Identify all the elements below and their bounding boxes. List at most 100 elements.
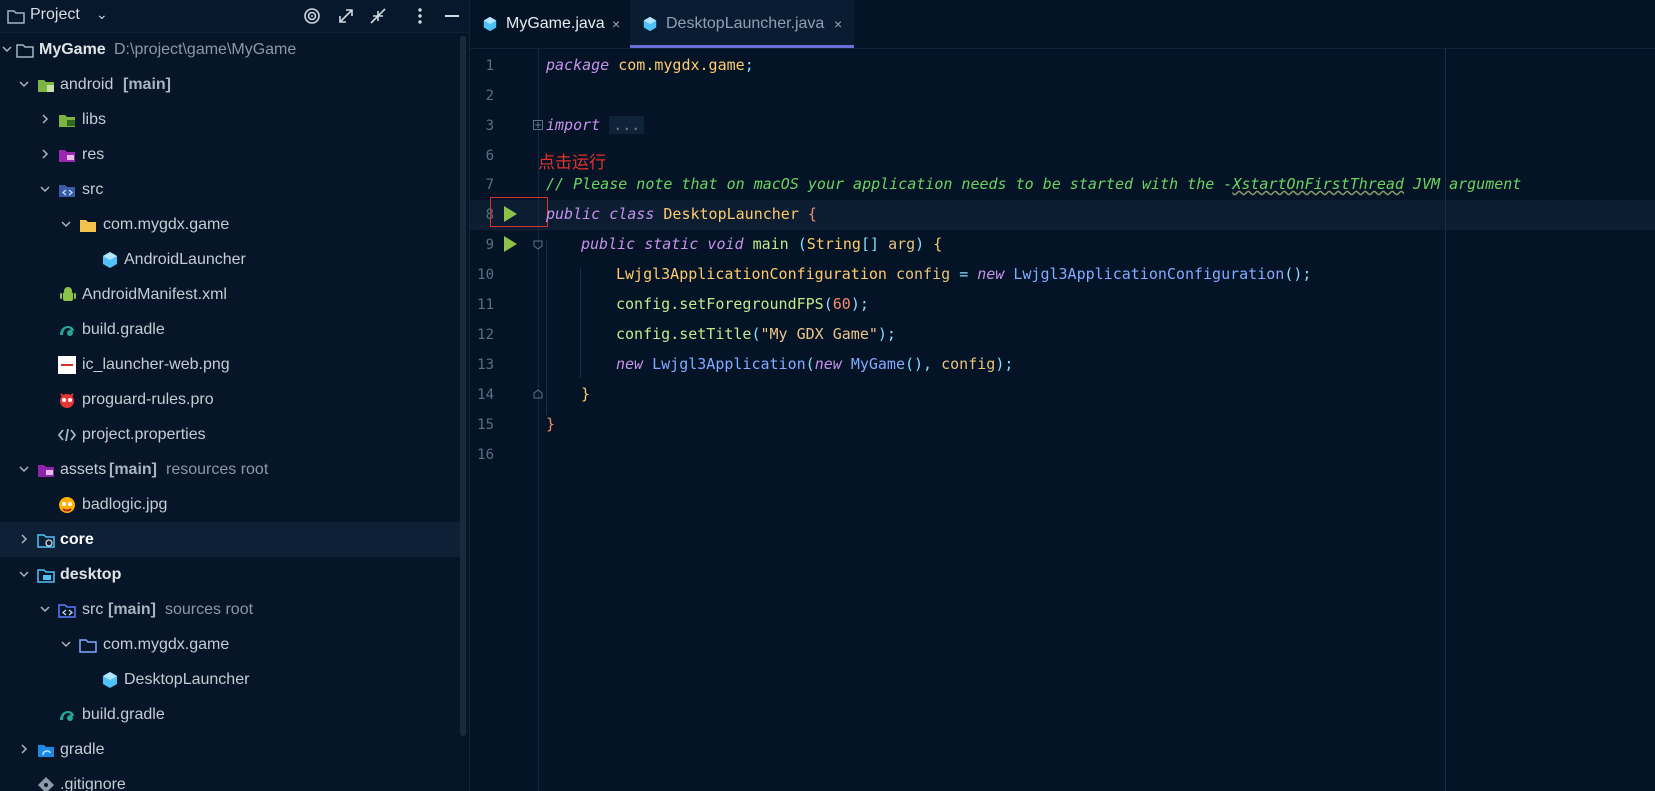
fold-icon[interactable] [533, 120, 543, 130]
tree-node-gradle[interactable]: gradle [0, 732, 460, 767]
tree-label: AndroidManifest.xml [82, 286, 227, 303]
chevron-right-icon[interactable] [40, 149, 50, 159]
tree-label: .gitignore [60, 776, 126, 791]
tree-node-gitignore[interactable]: .gitignore [0, 767, 460, 791]
indent-guide [546, 240, 547, 415]
code-line-7: // Please note that on macOS your applic… [546, 175, 1522, 193]
tree-node-desktop-src[interactable]: src [main] sources root [0, 592, 460, 627]
tree-node-build-gradle[interactable]: build.gradle [0, 697, 460, 732]
core-module-icon [37, 534, 55, 548]
tree-scrollbar[interactable] [460, 36, 466, 736]
tree-label: src [82, 601, 104, 618]
chevron-down-icon[interactable] [2, 44, 12, 54]
code-line-11: config.setForegroundFPS(60); [616, 295, 869, 313]
code-line-9: public static void main (String[] arg) { [581, 235, 943, 253]
tree-label: DesktopLauncher [124, 671, 250, 688]
properties-file-icon [58, 428, 76, 442]
chevron-right-icon[interactable] [40, 114, 50, 124]
line-number: 13 [477, 357, 494, 373]
tree-node-desktoplauncher[interactable]: DesktopLauncher [0, 662, 460, 697]
run-annotation: 点击运行 [538, 153, 606, 172]
chevron-down-icon[interactable] [61, 219, 71, 229]
java-class-icon [643, 16, 657, 32]
close-icon[interactable]: × [834, 0, 842, 48]
tree-node-package[interactable]: com.mygdx.game [0, 627, 460, 662]
tree-label: AndroidLauncher [124, 251, 246, 268]
line-number: 12 [477, 327, 494, 343]
tree-node-package[interactable]: com.mygdx.game [0, 207, 460, 242]
fold-icon[interactable] [533, 240, 543, 250]
chevron-down-icon[interactable]: ⌄ [96, 6, 108, 23]
chevron-right-icon[interactable] [19, 534, 29, 544]
expand-all-icon[interactable] [336, 6, 356, 26]
tree-label: ic_launcher-web.png [82, 356, 230, 373]
locate-target-icon[interactable] [302, 6, 322, 26]
chevron-down-icon[interactable] [19, 569, 29, 579]
project-panel-title[interactable]: Project [30, 6, 80, 24]
right-margin-guide [1445, 49, 1446, 791]
tab-desktoplauncher-java[interactable]: DesktopLauncher.java × [630, 0, 854, 48]
tree-node-core[interactable]: core [0, 522, 460, 557]
gradle-folder-icon [38, 745, 54, 757]
tree-node-src[interactable]: src [0, 172, 460, 207]
tree-label: build.gradle [82, 706, 165, 723]
chevron-right-icon[interactable] [19, 744, 29, 754]
chevron-down-icon[interactable] [40, 604, 50, 614]
project-panel: Project ⌄ MyGame D:\project\game\MyGame … [0, 0, 470, 791]
image-file-icon [59, 497, 75, 513]
collapse-all-icon[interactable] [368, 6, 388, 26]
tree-tag: [main] [123, 76, 171, 93]
tree-note: sources root [165, 601, 254, 618]
chevron-down-icon[interactable] [40, 184, 50, 194]
code-line-10: Lwjgl3ApplicationConfiguration config = … [616, 265, 1312, 283]
tree-node-badlogic[interactable]: badlogic.jpg [0, 487, 460, 522]
tree-label: project.properties [82, 426, 206, 443]
tree-node-mygame[interactable]: MyGame D:\project\game\MyGame [0, 32, 460, 67]
package-folder-icon [80, 220, 96, 232]
tab-label: DesktopLauncher.java [666, 15, 825, 32]
hide-panel-icon[interactable] [442, 6, 462, 26]
tree-node-androidlauncher[interactable]: AndroidLauncher [0, 242, 460, 277]
folded-imports[interactable]: ... [609, 116, 645, 134]
source-folder-icon [59, 185, 75, 197]
res-folder-icon [59, 150, 75, 162]
code-line-8: public class DesktopLauncher { [546, 205, 817, 223]
tree-node-ic-launcher[interactable]: ic_launcher-web.png [0, 347, 460, 382]
tree-label: MyGame [39, 41, 106, 58]
tab-mygame-java[interactable]: MyGame.java × [470, 0, 630, 48]
tree-label: assets [60, 461, 107, 478]
tree-label: com.mygdx.game [103, 636, 230, 653]
more-options-icon[interactable] [410, 6, 430, 26]
tree-node-build-gradle[interactable]: build.gradle [0, 312, 460, 347]
chevron-down-icon[interactable] [19, 79, 29, 89]
line-number: 10 [477, 267, 494, 283]
close-icon[interactable]: × [612, 0, 620, 48]
code-line-3: import ... [546, 116, 645, 134]
line-number: 15 [477, 417, 494, 433]
line-number: 7 [485, 177, 494, 193]
tree-label: core [60, 531, 94, 548]
tree-label: badlogic.jpg [82, 496, 168, 513]
chevron-down-icon[interactable] [19, 464, 29, 474]
tree-node-properties[interactable]: project.properties [0, 417, 460, 452]
tree-label: libs [82, 111, 107, 128]
tree-node-libs[interactable]: libs [0, 102, 460, 137]
tree-label: gradle [60, 741, 105, 758]
gradle-icon [60, 326, 74, 336]
module-folder-icon [16, 44, 34, 58]
tree-node-android[interactable]: android [main] [0, 67, 460, 102]
code-line-1: package com.mygdx.game; [546, 56, 754, 74]
chevron-down-icon[interactable] [61, 639, 71, 649]
tree-node-manifest[interactable]: AndroidManifest.xml [0, 277, 460, 312]
tree-node-assets[interactable]: assets [main] resources root [0, 452, 460, 487]
tree-node-desktop[interactable]: desktop [0, 557, 460, 592]
gradle-icon [60, 711, 74, 721]
libs-folder-icon [59, 115, 75, 127]
fold-icon[interactable] [533, 389, 543, 399]
tree-node-res[interactable]: res [0, 137, 460, 172]
tree-node-proguard[interactable]: proguard-rules.pro [0, 382, 460, 417]
code-line-15: } [546, 415, 556, 433]
tree-tag: [main] [108, 601, 156, 618]
run-icon[interactable] [502, 235, 518, 253]
code-editor[interactable] [470, 49, 1655, 791]
